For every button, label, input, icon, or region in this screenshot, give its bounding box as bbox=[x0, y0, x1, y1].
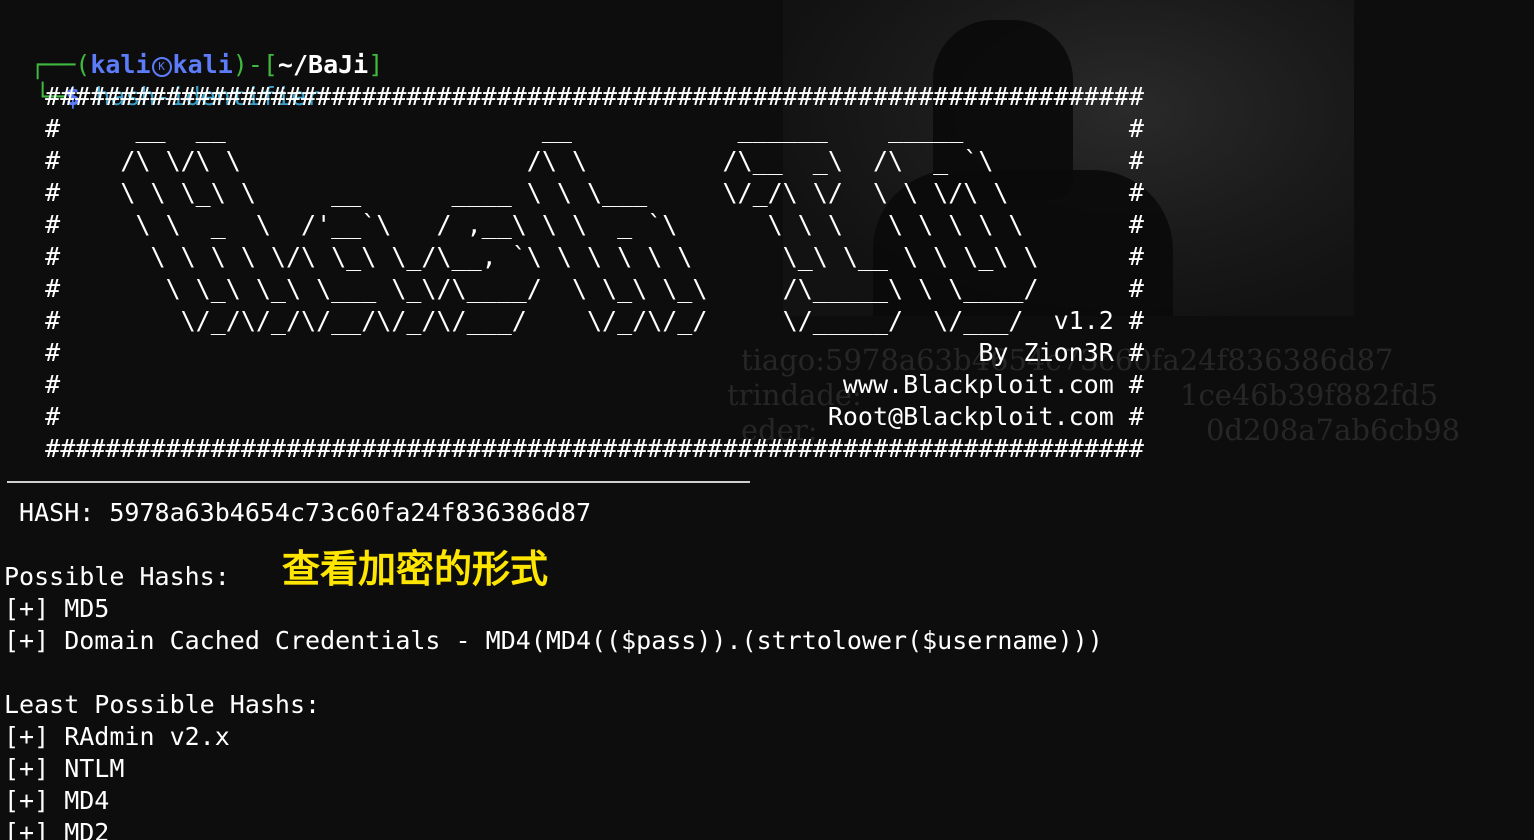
banner-line: # \/_/\/_/\/__/\/_/\/___/ \/_/\/_/ \/___… bbox=[0, 306, 1144, 335]
annotation-label: 查看加密的形式 bbox=[282, 547, 549, 591]
possible-hashes-label: Possible Hashs: bbox=[4, 562, 230, 591]
prompt-header: ┌──(kali Kkali)-[~/BaJi] bbox=[0, 17, 383, 79]
separator-rule bbox=[7, 481, 750, 483]
background-text-line-2-tail: 1ce46b39f882fd5 bbox=[1180, 378, 1439, 412]
banner-line: # www.Blackploit.com # bbox=[0, 370, 1144, 399]
least-possible-hashes-label: Least Possible Hashs: bbox=[4, 690, 321, 719]
prompt-command-line: └─$ hash-identifier bbox=[5, 49, 321, 111]
least-hash-item: [+] MD2 bbox=[4, 818, 110, 840]
banner-line: # Root@Blackploit.com # bbox=[0, 402, 1144, 431]
possible-hash-item: [+] MD5 bbox=[4, 594, 110, 623]
hash-line: HASH: 5978a63b4654c73c60fa24f836386d87 bbox=[4, 498, 591, 527]
least-hash-item: [+] MD4 bbox=[4, 786, 110, 815]
banner-line: ########################################… bbox=[0, 82, 1144, 111]
banner-line: # By Zion3R # bbox=[0, 338, 1144, 367]
banner-line: # \ \ \_\ \ __ ____ \ \ \___ \/_/\ \/ \ … bbox=[0, 178, 1144, 207]
least-hash-item: [+] RAdmin v2.x bbox=[4, 722, 230, 751]
background-text-line-3-tail: 0d208a7ab6cb98 bbox=[1206, 413, 1461, 447]
banner-line: # \ \ \ \ \/\ \_\ \_/\__, `\ \ \ \ \ \ \… bbox=[0, 242, 1144, 271]
banner-line: # \ \ _ \ /'__`\ / ,__\ \ \ _ `\ \ \ \ \… bbox=[0, 210, 1144, 239]
banner-line: # __ __ __ ______ _____ # bbox=[0, 114, 1144, 143]
banner-line: ########################################… bbox=[0, 434, 1144, 463]
banner-line: # \ \_\ \_\ \___ \_\/\____/ \ \_\ \_\ /\… bbox=[0, 274, 1144, 303]
least-hash-item: [+] NTLM bbox=[4, 754, 125, 783]
banner-line: # /\ \/\ \ /\ \ /\__ _\ /\ _ `\ # bbox=[0, 146, 1144, 175]
prompt-close-bracket: ] bbox=[368, 50, 384, 79]
possible-hash-item: [+] Domain Cached Credentials - MD4(MD4(… bbox=[4, 626, 1103, 655]
